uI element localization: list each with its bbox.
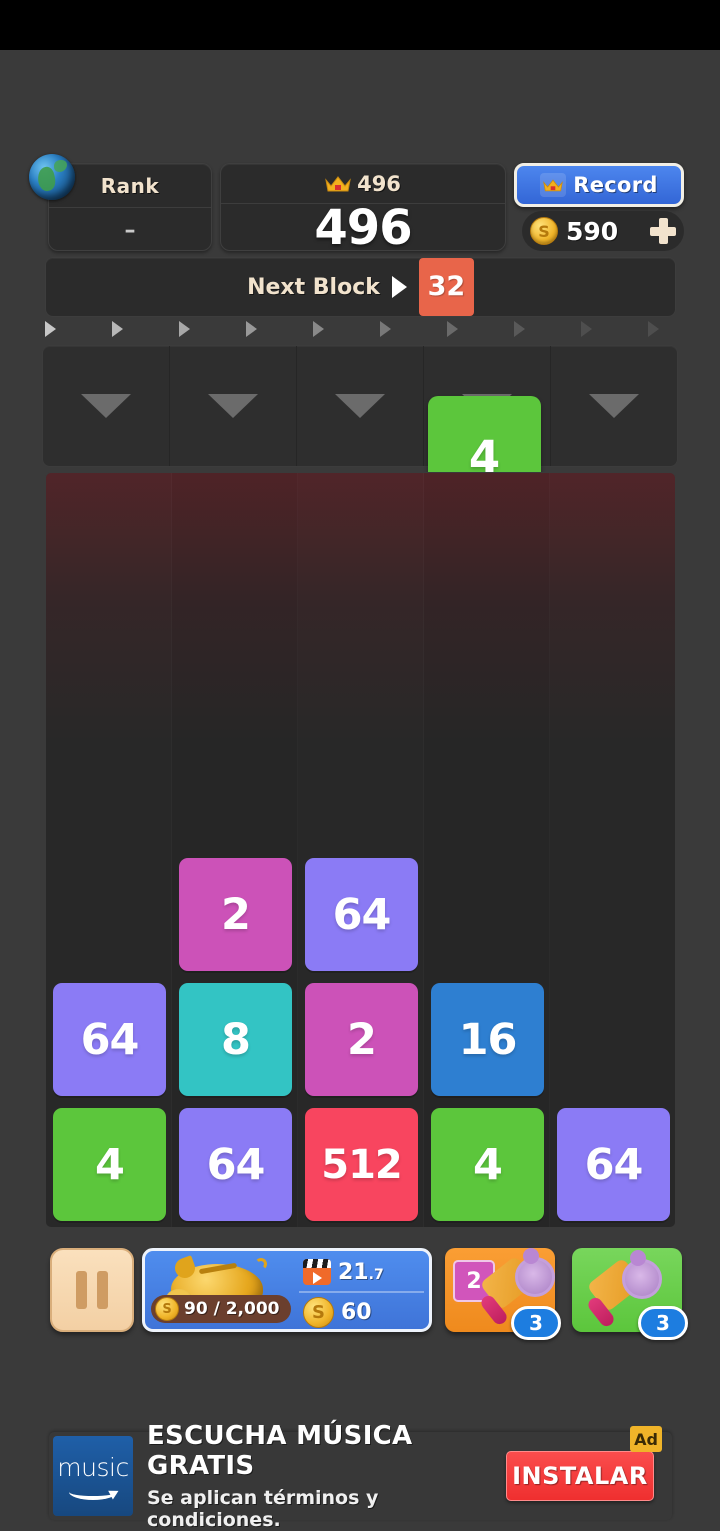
powerup-tile-hammer[interactable]: 2 3 — [445, 1248, 561, 1340]
ad-install-button[interactable]: INSTALAR — [506, 1451, 654, 1501]
board-tile[interactable]: 64 — [557, 1108, 670, 1221]
coin-icon: S — [530, 217, 558, 245]
piggy-bank-left: S 90 / 2,000 — [145, 1251, 295, 1329]
caret-right-icon — [45, 321, 56, 337]
coin-reward-row[interactable]: S 60 — [303, 1297, 372, 1328]
video-reward-value: 21.7 — [338, 1259, 384, 1285]
ad-logo-text: music — [57, 1452, 129, 1482]
board-tile[interactable]: 64 — [305, 858, 418, 971]
caret-down-icon — [335, 394, 385, 418]
powerup-column-hammer[interactable]: 3 — [572, 1248, 688, 1340]
amazon-smile-icon — [69, 1484, 117, 1500]
caret-down-icon — [589, 394, 639, 418]
board-tile[interactable]: 2 — [179, 858, 292, 971]
board-tile[interactable]: 2 — [305, 983, 418, 1096]
board-tile[interactable]: 16 — [431, 983, 544, 1096]
header: Rank – 496 496 Record S 590 — [29, 154, 684, 259]
record-button-label: Record — [573, 173, 658, 197]
board-tile[interactable]: 4 — [431, 1108, 544, 1221]
caret-down-icon — [81, 394, 131, 418]
coin-reward-value: 60 — [341, 1300, 372, 1325]
caret-right-icon — [313, 321, 324, 337]
drop-column-3[interactable] — [297, 346, 424, 466]
caret-right-icon — [391, 276, 407, 298]
next-block-tile: 32 — [418, 257, 474, 316]
piggy-bank-panel[interactable]: S 90 / 2,000 21.7 S 60 — [142, 1248, 432, 1332]
drop-column-5[interactable] — [551, 346, 677, 466]
caret-right-icon — [581, 321, 592, 337]
pause-button[interactable] — [50, 1248, 134, 1332]
crown-icon — [325, 175, 351, 193]
pause-icon — [97, 1271, 108, 1309]
plus-icon[interactable] — [650, 218, 676, 244]
caret-right-icon — [112, 321, 123, 337]
rank-panel[interactable]: Rank – — [29, 154, 212, 251]
bottom-toolbar: S 90 / 2,000 21.7 S 60 2 3 3 — [45, 1245, 688, 1340]
drop-zone — [42, 345, 678, 467]
rank-value: – — [124, 217, 136, 243]
ad-badge: Ad — [630, 1426, 662, 1452]
ad-subtitle: Se aplican términos y condiciones. — [147, 1487, 379, 1531]
divider — [299, 1291, 424, 1293]
caret-down-icon — [208, 394, 258, 418]
coin-balance[interactable]: S 590 — [522, 211, 684, 251]
rank-label: Rank — [100, 173, 160, 198]
game-board[interactable]: 2 64 64 8 2 16 4 64 512 4 64 — [45, 472, 676, 1228]
coin-icon: S — [303, 1297, 334, 1328]
next-block-bar: Next Block 32 — [45, 257, 676, 317]
status-bar — [0, 0, 720, 50]
best-score-row: 496 — [221, 164, 505, 204]
pause-icon — [76, 1271, 87, 1309]
caret-right-icon — [380, 321, 391, 337]
caret-right-icon — [447, 321, 458, 337]
coin-icon: S — [155, 1297, 179, 1321]
coin-value: 590 — [566, 216, 619, 246]
caret-right-icon — [246, 321, 257, 337]
globe-icon — [29, 154, 75, 200]
board-tile[interactable]: 4 — [53, 1108, 166, 1221]
board-tile[interactable]: 64 — [53, 983, 166, 1096]
queue-arrow-strip — [45, 318, 676, 340]
score-panel: 496 496 — [220, 163, 506, 256]
crown-icon — [540, 173, 567, 197]
drop-column-1[interactable] — [43, 346, 170, 466]
best-score-value: 496 — [357, 171, 401, 196]
caret-right-icon — [179, 321, 190, 337]
drop-column-2[interactable] — [170, 346, 297, 466]
ad-banner[interactable]: music ESCUCHA MÚSICA GRATIS Se aplican t… — [49, 1421, 672, 1531]
header-right-column: Record S 590 — [514, 155, 684, 259]
video-ad-icon — [303, 1259, 331, 1285]
caret-right-icon — [514, 321, 525, 337]
piggy-progress: S 90 / 2,000 — [151, 1295, 291, 1323]
piggy-bank-right: 21.7 S 60 — [295, 1251, 429, 1329]
piggy-progress-value: 90 / 2,000 — [184, 1299, 280, 1319]
record-button[interactable]: Record — [514, 163, 684, 207]
caret-right-icon — [648, 321, 659, 337]
video-reward-row[interactable]: 21.7 — [303, 1259, 384, 1285]
current-score: 496 — [314, 200, 412, 256]
board-tile[interactable]: 64 — [179, 1108, 292, 1221]
powerup-count-badge: 3 — [638, 1306, 688, 1340]
next-block-label: Next Block — [247, 274, 380, 300]
board-tile[interactable]: 512 — [305, 1108, 418, 1221]
board-tile[interactable]: 8 — [179, 983, 292, 1096]
ad-title: ESCUCHA MÚSICA GRATIS — [147, 1421, 413, 1481]
ad-text-block: ESCUCHA MÚSICA GRATIS Se aplican término… — [147, 1421, 506, 1531]
amazon-music-logo-icon: music — [53, 1436, 133, 1516]
powerup-count-badge: 3 — [511, 1306, 561, 1340]
game-screen: Rank – 496 496 Record S 590 Next Block 3… — [0, 0, 720, 1531]
